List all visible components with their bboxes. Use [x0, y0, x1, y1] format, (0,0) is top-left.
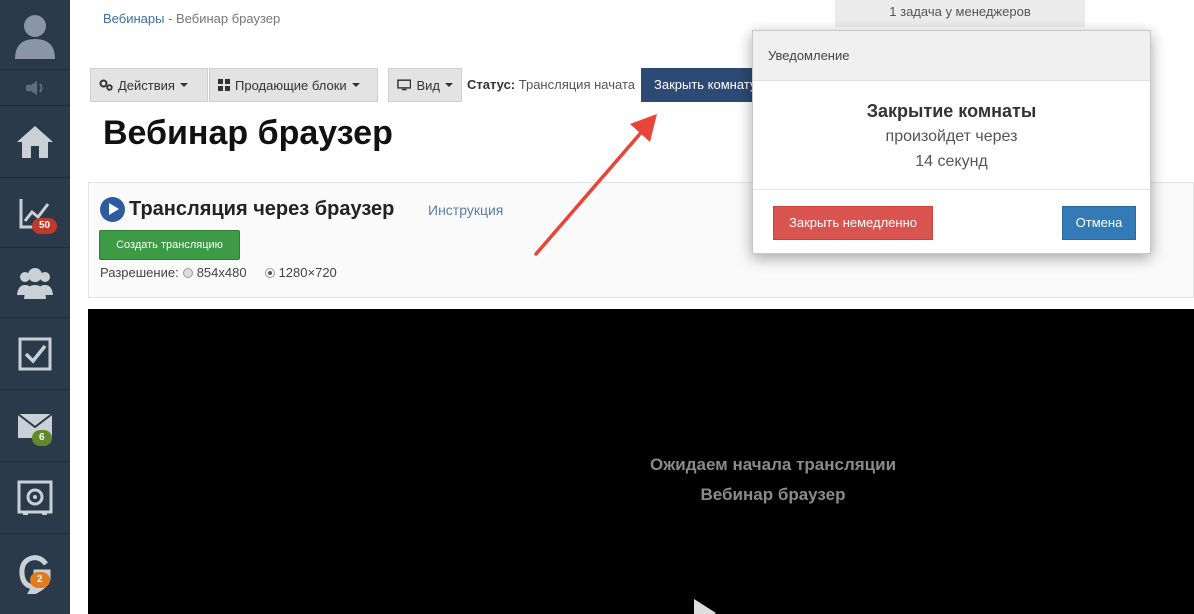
- modal-countdown-value: 14 секунд: [915, 153, 988, 170]
- modal-header: Уведомление: [753, 31, 1150, 81]
- close-immediately-button[interactable]: Закрыть немедленно: [773, 206, 933, 240]
- modal-divider: [753, 189, 1150, 190]
- notification-modal: Уведомление Закрытие комнаты произойдет …: [752, 30, 1151, 254]
- modal-countdown-text: произойдет через: [885, 128, 1018, 145]
- cancel-button[interactable]: Отмена: [1062, 206, 1136, 240]
- modal-title: Закрытие комнаты: [866, 101, 1037, 121]
